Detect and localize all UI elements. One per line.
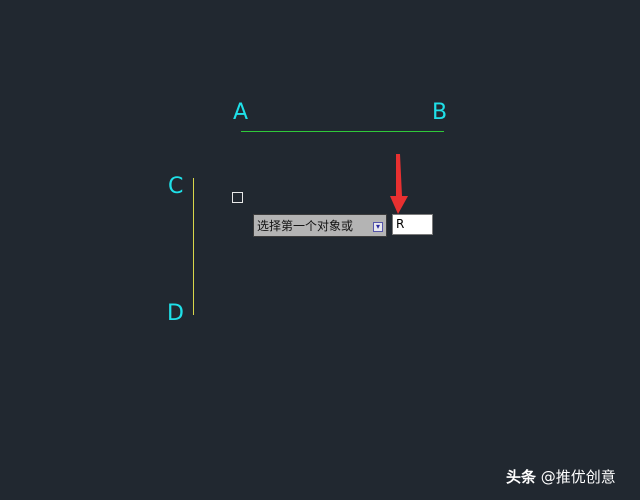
- watermark: 头条 @推优创意: [506, 466, 616, 487]
- dynamic-input-prompt: 选择第一个对象或 ▾: [253, 214, 387, 237]
- point-label-c: C: [168, 174, 184, 199]
- drawing-canvas[interactable]: [0, 0, 640, 500]
- prompt-text: 选择第一个对象或: [257, 219, 354, 233]
- point-label-d: D: [167, 301, 184, 326]
- point-label-b: B: [432, 100, 448, 125]
- command-input[interactable]: R: [392, 214, 433, 235]
- red-arrow-icon: [390, 154, 408, 214]
- point-label-a: A: [233, 100, 249, 125]
- line-ab[interactable]: [241, 131, 444, 132]
- pickbox-cursor-icon: [232, 192, 243, 203]
- dropdown-arrow-icon[interactable]: ▾: [373, 222, 383, 232]
- watermark-handle: @推优创意: [540, 468, 616, 486]
- watermark-brand: 头条: [506, 468, 537, 486]
- line-cd[interactable]: [193, 178, 194, 315]
